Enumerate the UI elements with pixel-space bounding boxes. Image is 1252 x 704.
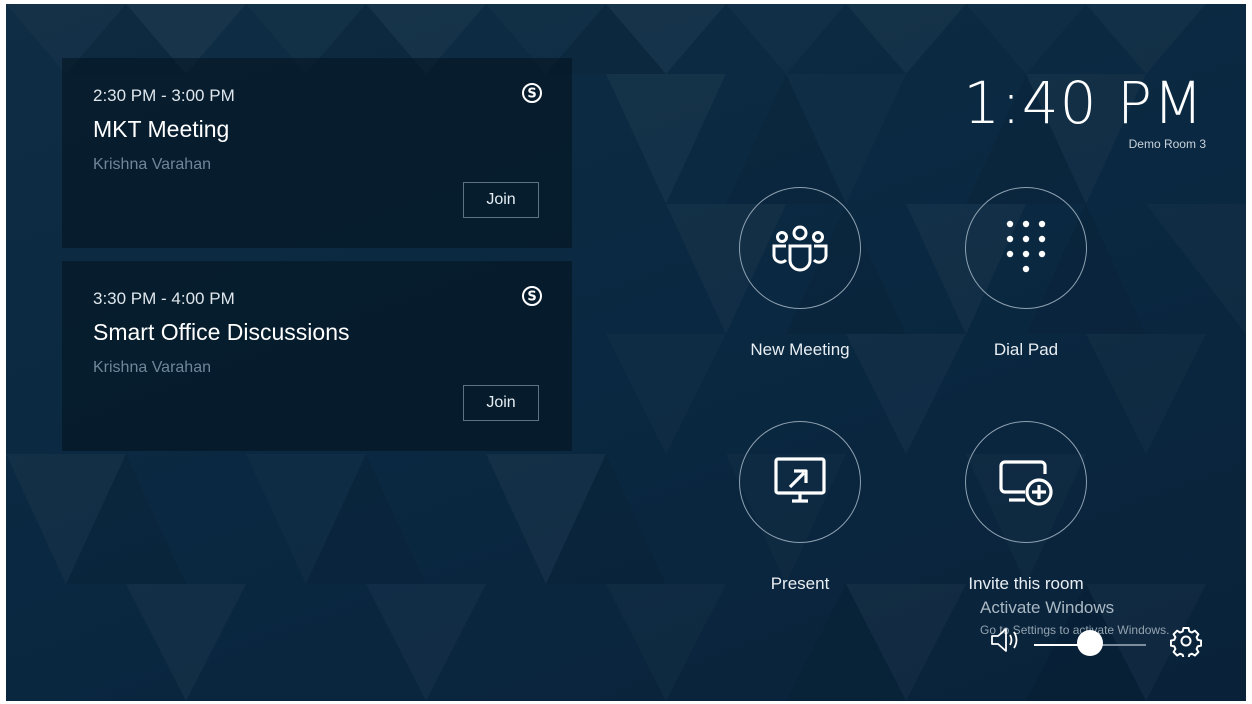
dialpad-icon [1006,220,1046,273]
meeting-title: MKT Meeting [93,116,230,142]
present-button[interactable] [739,421,861,543]
meeting-time: 3:30 PM - 4:00 PM [93,289,235,308]
meeting-organizer: Krishna Varahan [93,156,211,173]
present-label: Present [770,574,830,593]
dial-pad-button[interactable] [965,187,1087,309]
join-button[interactable]: Join [463,182,539,218]
svg-text:S: S [527,87,536,102]
activate-windows-title: Activate Windows [980,598,1115,617]
speaker-icon[interactable] [989,626,1021,654]
skype-icon: S [522,83,542,103]
svg-text:S: S [527,290,536,305]
invite-room-icon [999,460,1053,506]
new-meeting-label: New Meeting [750,340,850,359]
teams-room-home-screen: 2:30 PM - 3:00 PM MKT Meeting Krishna Va… [6,4,1246,701]
new-meeting-button[interactable] [739,187,861,309]
present-screen-icon [774,457,826,503]
teams-people-icon [772,225,828,272]
room-name: Demo Room 3 [1128,137,1206,151]
invite-room-label: Invite this room [968,574,1084,593]
meeting-organizer: Krishna Varahan [93,359,211,376]
dial-pad-label: Dial Pad [993,340,1059,359]
clock-time: 1:40 PM [963,69,1204,137]
join-button[interactable]: Join [463,385,539,421]
meeting-title: Smart Office Discussions [93,319,350,345]
meeting-time: 2:30 PM - 3:00 PM [93,86,235,105]
skype-icon: S [522,286,542,306]
volume-slider-thumb[interactable] [1077,630,1103,656]
meeting-card[interactable]: 3:30 PM - 4:00 PM Smart Office Discussio… [62,261,572,451]
invite-room-button[interactable] [965,421,1087,543]
gear-icon[interactable] [1170,625,1202,657]
meeting-card[interactable]: 2:30 PM - 3:00 PM MKT Meeting Krishna Va… [62,58,572,248]
